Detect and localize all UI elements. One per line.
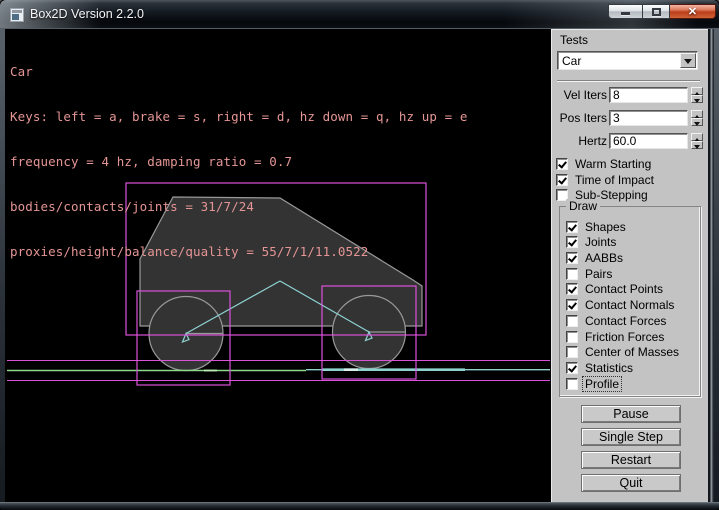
close-button[interactable]: ✕ <box>670 4 716 19</box>
checkbox-box[interactable] <box>556 158 568 170</box>
checkbox-box[interactable] <box>566 252 578 264</box>
control-panel: Tests Car Vel Iters Pos Iters Hertz <box>551 29 708 502</box>
hud-line: bodies/contacts/joints = 31/7/24 <box>10 199 468 214</box>
maximize-icon <box>652 8 661 16</box>
vel-iters-field[interactable] <box>609 87 688 103</box>
pos-iters-label: Pos Iters <box>557 110 607 126</box>
left-contact-mark <box>204 370 217 372</box>
spinner-up-button[interactable] <box>691 133 703 141</box>
maximize-button[interactable] <box>643 4 670 19</box>
right-contact-mark <box>344 368 358 371</box>
separator <box>557 80 700 82</box>
checkbox-label: Contact Points <box>585 282 663 296</box>
debug-text: Car Keys: left = a, brake = s, right = d… <box>10 34 468 289</box>
checkbox-label: Friction Forces <box>585 330 664 344</box>
tests-dropdown[interactable]: Car <box>557 51 698 70</box>
restart-button[interactable]: Restart <box>581 451 681 469</box>
checkbox-box[interactable] <box>566 299 578 311</box>
single-step-button[interactable]: Single Step <box>581 428 681 446</box>
window-title: Box2D Version 2.2.0 <box>30 7 144 21</box>
arrow-down-icon <box>694 99 700 106</box>
checkbox-box[interactable] <box>566 283 578 295</box>
arrow-down-icon <box>694 122 700 129</box>
checkbox-label: Profile <box>583 377 621 391</box>
checkbox-label: Pairs <box>585 267 612 281</box>
checkbox-box[interactable] <box>566 378 578 390</box>
hertz-spinner <box>691 133 703 149</box>
spinner-up-button[interactable] <box>691 87 703 95</box>
checkbox-box[interactable] <box>566 331 578 343</box>
caption-buttons: ✕ <box>608 4 716 19</box>
hertz-field[interactable] <box>609 133 688 149</box>
vel-iters-label: Vel Iters <box>557 87 607 103</box>
hud-line: Keys: left = a, brake = s, right = d, hz… <box>10 109 468 124</box>
quit-button[interactable]: Quit <box>581 474 681 492</box>
app-window: Box2D Version 2.2.0 ✕ <box>0 0 719 510</box>
pos-iters-spinner <box>691 110 703 126</box>
checkbox-box[interactable] <box>566 346 578 358</box>
checkbox-label: Joints <box>585 235 616 249</box>
checkbox-box[interactable] <box>566 236 578 248</box>
hud-line: proxies/height/balance/quality = 55/7/1/… <box>10 244 468 259</box>
checkbox-label: Center of Masses <box>585 345 679 359</box>
app-icon <box>10 8 24 22</box>
tests-dropdown-button[interactable] <box>680 53 696 68</box>
window-bottom-border <box>0 502 719 509</box>
window-right-border <box>714 29 719 502</box>
vel-iters-spinner <box>691 87 703 103</box>
draw-group-title: Draw <box>566 199 600 213</box>
checkbox-box[interactable] <box>566 315 578 327</box>
minimize-icon <box>621 12 630 15</box>
tests-label: Tests <box>560 33 588 47</box>
checkbox-box[interactable] <box>566 221 578 233</box>
arrow-down-icon <box>694 145 700 152</box>
spinner-up-button[interactable] <box>691 110 703 118</box>
minimize-button[interactable] <box>608 4 643 19</box>
checkbox-label: AABBs <box>585 251 623 265</box>
checkbox-label: Shapes <box>585 220 626 234</box>
checkbox-label: Warm Starting <box>575 157 651 171</box>
spinner-down-button[interactable] <box>691 118 703 126</box>
checkbox-label: Time of Impact <box>575 173 654 187</box>
simulation-canvas[interactable]: Car Keys: left = a, brake = s, right = d… <box>5 29 551 502</box>
checkbox-box[interactable] <box>566 268 578 280</box>
pause-button[interactable]: Pause <box>581 405 681 423</box>
checkbox-box[interactable] <box>556 174 568 186</box>
titlebar[interactable]: Box2D Version 2.2.0 ✕ <box>0 0 719 29</box>
hud-line: Car <box>10 64 468 79</box>
close-icon: ✕ <box>670 5 715 19</box>
checkbox-label: Contact Normals <box>585 298 674 312</box>
chevron-down-icon <box>684 59 692 68</box>
checkbox-label: Contact Forces <box>585 314 666 328</box>
hud-line: frequency = 4 hz, damping ratio = 0.7 <box>10 154 468 169</box>
checkbox-box[interactable] <box>566 362 578 374</box>
pos-iters-field[interactable] <box>609 110 688 126</box>
spinner-down-button[interactable] <box>691 95 703 103</box>
spinner-down-button[interactable] <box>691 141 703 149</box>
tests-dropdown-value: Car <box>562 54 581 68</box>
checkbox-label: Statistics <box>585 361 633 375</box>
hertz-label: Hertz <box>557 133 607 149</box>
